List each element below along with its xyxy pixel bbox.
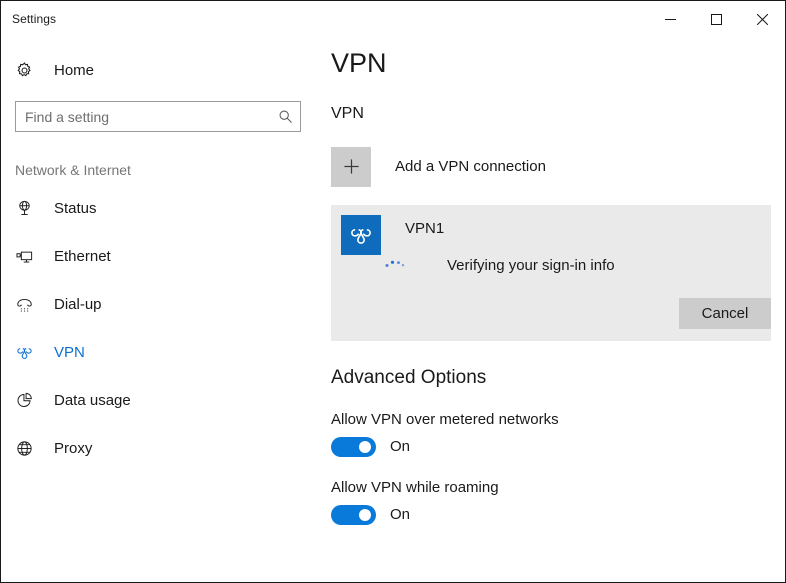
vpn-knot-icon bbox=[341, 214, 381, 255]
window-body: Home Network & Internet bbox=[1, 37, 785, 582]
vpn-card-actions: Cancel bbox=[331, 297, 771, 329]
minimize-button[interactable] bbox=[647, 1, 693, 37]
sidebar-item-status-label: Status bbox=[54, 199, 97, 217]
globe-icon bbox=[15, 439, 45, 458]
gear-icon bbox=[15, 61, 45, 80]
plus-icon bbox=[331, 146, 371, 187]
vpn-section-header: VPN bbox=[331, 104, 364, 122]
roaming-toggle[interactable] bbox=[331, 504, 376, 525]
roaming-state: On bbox=[390, 506, 411, 524]
vpn-knot-icon bbox=[15, 343, 45, 362]
metered-networks-toggle-row: On bbox=[331, 436, 785, 457]
sidebar-item-data-usage[interactable]: Data usage bbox=[1, 376, 317, 424]
roaming-toggle-row: On bbox=[331, 504, 785, 525]
sidebar-item-vpn-label: VPN bbox=[54, 343, 85, 361]
dialup-phone-icon bbox=[15, 295, 45, 314]
sidebar-item-data-usage-label: Data usage bbox=[54, 391, 131, 409]
sidebar-item-dialup[interactable]: Dial-up bbox=[1, 280, 317, 328]
search-box[interactable] bbox=[15, 101, 301, 132]
advanced-option-roaming: Allow VPN while roaming On bbox=[331, 479, 785, 525]
sidebar-item-proxy-label: Proxy bbox=[54, 439, 93, 457]
pie-chart-icon bbox=[15, 391, 45, 410]
sidebar-item-ethernet[interactable]: Ethernet bbox=[1, 232, 317, 280]
metered-networks-label: Allow VPN over metered networks bbox=[331, 410, 559, 428]
vpn-connection-name: VPN1 bbox=[405, 219, 445, 237]
vpn-card-header: VPN1 bbox=[331, 214, 771, 255]
close-button[interactable] bbox=[739, 1, 785, 37]
sidebar: Home Network & Internet bbox=[1, 37, 317, 582]
sidebar-section-header: Network & Internet bbox=[15, 162, 131, 178]
add-vpn-connection-label: Add a VPN connection bbox=[395, 158, 546, 176]
main-content: VPN VPN Add a VPN connection VPN1 Verify… bbox=[317, 37, 785, 582]
cancel-button[interactable]: Cancel bbox=[679, 297, 771, 329]
sidebar-item-proxy[interactable]: Proxy bbox=[1, 424, 317, 472]
page-title: VPN bbox=[331, 48, 387, 78]
search-input[interactable] bbox=[16, 102, 270, 131]
advanced-option-metered: Allow VPN over metered networks On bbox=[331, 411, 785, 457]
settings-window: Settings Home Find a setting Network & I… bbox=[0, 0, 786, 583]
roaming-label: Allow VPN while roaming bbox=[331, 478, 499, 496]
vpn-connection-card[interactable]: VPN1 Verifying your sign-in info Cancel bbox=[331, 204, 771, 341]
title-bar: Settings bbox=[1, 1, 785, 37]
toggle-knob bbox=[359, 508, 371, 521]
caption-buttons bbox=[647, 1, 785, 37]
sidebar-item-home[interactable]: Home bbox=[1, 53, 317, 87]
sidebar-item-vpn[interactable]: VPN bbox=[1, 328, 317, 376]
sidebar-item-dialup-label: Dial-up bbox=[54, 295, 102, 313]
minimize-icon bbox=[664, 14, 676, 25]
loading-spinner-icon bbox=[383, 257, 409, 273]
search-icon bbox=[270, 109, 300, 124]
vpn-status-text: Verifying your sign-in info bbox=[447, 256, 615, 274]
sidebar-item-ethernet-label: Ethernet bbox=[54, 247, 111, 265]
vpn-status-row: Verifying your sign-in info bbox=[331, 257, 771, 274]
toggle-knob bbox=[359, 440, 371, 453]
close-icon bbox=[756, 13, 768, 25]
sidebar-nav: Status Ethernet Dial-up VPN Data usage P… bbox=[1, 184, 317, 472]
maximize-icon bbox=[710, 13, 722, 25]
metered-networks-state: On bbox=[390, 438, 411, 456]
add-vpn-connection-button[interactable]: Add a VPN connection bbox=[331, 146, 785, 187]
window-title: Settings bbox=[12, 12, 57, 26]
sidebar-home-label: Home bbox=[54, 61, 95, 79]
ethernet-monitor-icon bbox=[15, 247, 45, 266]
maximize-button[interactable] bbox=[693, 1, 739, 37]
status-globe-icon bbox=[15, 199, 45, 218]
advanced-options-title: Advanced Options bbox=[331, 366, 487, 388]
sidebar-item-status[interactable]: Status bbox=[1, 184, 317, 232]
metered-networks-toggle[interactable] bbox=[331, 436, 376, 457]
